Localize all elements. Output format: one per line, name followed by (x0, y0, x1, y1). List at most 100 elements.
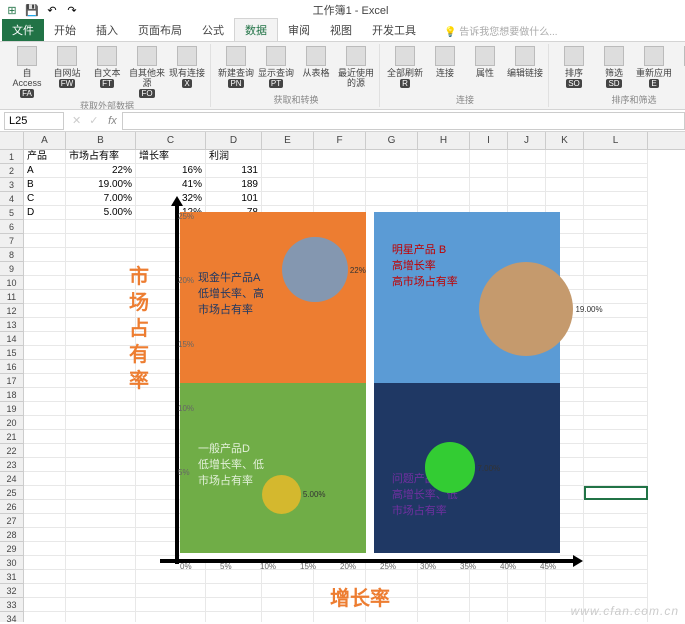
cell-E3[interactable] (262, 178, 314, 192)
save-icon[interactable]: 💾 (24, 2, 40, 18)
cell-L3[interactable] (584, 178, 648, 192)
tell-me-hint[interactable]: 💡 告诉我您想要做什么... (434, 20, 568, 41)
bubble-C[interactable] (425, 442, 476, 493)
col-header-C[interactable]: C (136, 132, 206, 149)
cell-A27[interactable] (24, 514, 66, 528)
cell-B11[interactable] (66, 290, 136, 304)
cell-B20[interactable] (66, 416, 136, 430)
cell-B30[interactable] (66, 556, 136, 570)
row-header-17[interactable]: 17 (0, 374, 24, 388)
cell-L24[interactable] (584, 472, 648, 486)
cell-B22[interactable] (66, 444, 136, 458)
cell-L32[interactable] (584, 584, 648, 598)
ribbon-属性[interactable]: 属性 (466, 44, 504, 78)
row-header-24[interactable]: 24 (0, 472, 24, 486)
cell-L30[interactable] (584, 556, 648, 570)
cell-E2[interactable] (262, 164, 314, 178)
row-header-20[interactable]: 20 (0, 416, 24, 430)
tab-formula[interactable]: 公式 (192, 19, 234, 41)
cell-L29[interactable] (584, 542, 648, 556)
row-header-14[interactable]: 14 (0, 332, 24, 346)
cell-A9[interactable] (24, 262, 66, 276)
row-header-12[interactable]: 12 (0, 304, 24, 318)
cell-L6[interactable] (584, 220, 648, 234)
cell-A2[interactable]: A (24, 164, 66, 178)
tab-layout[interactable]: 页面布局 (128, 19, 192, 41)
cell-G34[interactable] (366, 612, 418, 622)
row-header-4[interactable]: 4 (0, 192, 24, 206)
cell-A31[interactable] (24, 570, 66, 584)
row-header-30[interactable]: 30 (0, 556, 24, 570)
col-header-J[interactable]: J (508, 132, 546, 149)
ribbon-自网站[interactable]: 自网站FW (48, 44, 86, 88)
cell-A4[interactable]: C (24, 192, 66, 206)
row-header-32[interactable]: 32 (0, 584, 24, 598)
cell-L5[interactable] (584, 206, 648, 220)
cell-F34[interactable] (314, 612, 366, 622)
row-header-16[interactable]: 16 (0, 360, 24, 374)
cell-L10[interactable] (584, 276, 648, 290)
cell-A33[interactable] (24, 598, 66, 612)
cell-L31[interactable] (584, 570, 648, 584)
cell-D3[interactable]: 189 (206, 178, 262, 192)
col-header-H[interactable]: H (418, 132, 470, 149)
tab-home[interactable]: 开始 (44, 19, 86, 41)
cell-C3[interactable]: 41% (136, 178, 206, 192)
cell-A34[interactable] (24, 612, 66, 622)
ribbon-筛选[interactable]: 筛选SD (595, 44, 633, 88)
cell-B18[interactable] (66, 388, 136, 402)
ribbon-自文本[interactable]: 自文本FT (88, 44, 126, 88)
cell-B7[interactable] (66, 234, 136, 248)
cell-A13[interactable] (24, 318, 66, 332)
cell-J34[interactable] (508, 612, 546, 622)
row-header-22[interactable]: 22 (0, 444, 24, 458)
cell-E1[interactable] (262, 150, 314, 164)
col-header-D[interactable]: D (206, 132, 262, 149)
cell-I34[interactable] (470, 612, 508, 622)
cell-B15[interactable] (66, 346, 136, 360)
cell-A1[interactable]: 产品 (24, 150, 66, 164)
cell-B5[interactable]: 5.00% (66, 206, 136, 220)
cell-K3[interactable] (546, 178, 584, 192)
cell-D2[interactable]: 131 (206, 164, 262, 178)
cell-L17[interactable] (584, 374, 648, 388)
col-header-K[interactable]: K (546, 132, 584, 149)
cell-L22[interactable] (584, 444, 648, 458)
row-header-10[interactable]: 10 (0, 276, 24, 290)
ribbon-连接[interactable]: 连接 (426, 44, 464, 78)
cell-B16[interactable] (66, 360, 136, 374)
row-header-18[interactable]: 18 (0, 388, 24, 402)
cell-B8[interactable] (66, 248, 136, 262)
select-all-corner[interactable] (0, 132, 24, 149)
row-header-2[interactable]: 2 (0, 164, 24, 178)
cell-J2[interactable] (508, 164, 546, 178)
cell-H3[interactable] (418, 178, 470, 192)
cell-G2[interactable] (366, 164, 418, 178)
cell-A28[interactable] (24, 528, 66, 542)
cell-A10[interactable] (24, 276, 66, 290)
cell-A6[interactable] (24, 220, 66, 234)
cell-L20[interactable] (584, 416, 648, 430)
cell-A3[interactable]: B (24, 178, 66, 192)
cell-L1[interactable] (584, 150, 648, 164)
row-header-11[interactable]: 11 (0, 290, 24, 304)
cell-A15[interactable] (24, 346, 66, 360)
cell-F2[interactable] (314, 164, 366, 178)
cell-C1[interactable]: 增长率 (136, 150, 206, 164)
ribbon-自其他来源[interactable]: 自其他来源FO (128, 44, 166, 98)
cell-A25[interactable] (24, 486, 66, 500)
cell-B6[interactable] (66, 220, 136, 234)
cell-L25[interactable] (584, 486, 648, 500)
row-header-34[interactable]: 34 (0, 612, 24, 622)
row-header-31[interactable]: 31 (0, 570, 24, 584)
cell-B23[interactable] (66, 458, 136, 472)
cell-L26[interactable] (584, 500, 648, 514)
cell-A24[interactable] (24, 472, 66, 486)
tab-review[interactable]: 审阅 (278, 19, 320, 41)
cell-A12[interactable] (24, 304, 66, 318)
tab-data[interactable]: 数据 (234, 18, 278, 41)
tab-insert[interactable]: 插入 (86, 19, 128, 41)
col-header-F[interactable]: F (314, 132, 366, 149)
cell-A26[interactable] (24, 500, 66, 514)
ribbon-现有连接[interactable]: 现有连接X (168, 44, 206, 88)
